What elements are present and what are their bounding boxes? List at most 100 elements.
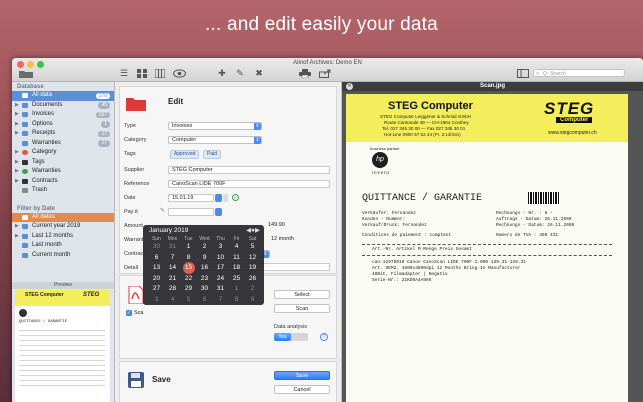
help-button[interactable]: ? xyxy=(320,333,328,341)
disclosure-icon[interactable]: ▶ xyxy=(15,110,19,120)
filter-item-last-month[interactable]: Last month xyxy=(12,241,114,251)
type-select[interactable]: Invoices ⇕ xyxy=(168,122,262,130)
calendar-day[interactable]: 6 xyxy=(197,296,212,303)
calendar-day[interactable]: 6 xyxy=(149,254,164,261)
disclosure-icon[interactable]: ▶ xyxy=(15,158,19,168)
calendar-day[interactable]: 13 xyxy=(149,264,164,271)
reference-field[interactable]: CanoScan LIDE 700F xyxy=(168,180,330,188)
save-button[interactable]: Save xyxy=(274,371,330,380)
sidebar-item-trash[interactable]: Trash xyxy=(12,186,114,196)
calendar-day[interactable]: 3 xyxy=(149,296,164,303)
calendar-day[interactable]: 30 xyxy=(197,285,212,292)
sidebar-item-all-data[interactable]: All data 278 xyxy=(12,91,114,101)
calendar-day[interactable]: 2 xyxy=(245,285,260,292)
filter-item-last-12-months[interactable]: ▶ Last 12 months xyxy=(12,232,114,242)
calendar-popup-button[interactable] xyxy=(215,194,222,202)
delete-icon[interactable]: ✖ xyxy=(253,69,265,78)
calendar-day[interactable]: 7 xyxy=(165,254,180,261)
calendar-popup-button[interactable] xyxy=(215,208,222,216)
pencil-icon[interactable]: ✎ xyxy=(160,207,165,214)
calendar-day[interactable]: 23 xyxy=(197,275,212,282)
tag-paid[interactable]: Paid xyxy=(203,150,222,159)
amount-field[interactable]: 149.90 xyxy=(265,222,297,230)
scan-checkbox[interactable]: ✓ xyxy=(126,310,132,316)
sidebar-item-tags[interactable]: ▶ Tags xyxy=(12,158,114,168)
calendar-day[interactable]: 9 xyxy=(197,254,212,261)
calendar-day[interactable]: 31 xyxy=(213,285,228,292)
calendar-day[interactable]: 5 xyxy=(245,243,260,250)
eye-icon[interactable] xyxy=(172,69,186,78)
tag-approved[interactable]: Approved xyxy=(170,150,200,159)
sidebar-item-documents[interactable]: ▶ Documents 45 xyxy=(12,101,114,111)
share-icon[interactable] xyxy=(318,69,332,78)
sidebar-toggle-icon[interactable] xyxy=(516,69,530,78)
sidebar-item-invoices[interactable]: ▶ Invoices 167 xyxy=(12,110,114,120)
calendar-day[interactable]: 7 xyxy=(213,296,228,303)
calendar-day[interactable]: 14 xyxy=(165,264,180,271)
disclosure-icon[interactable]: ▶ xyxy=(15,222,19,232)
category-select[interactable]: Computer ⇕ xyxy=(168,136,262,144)
close-viewer-icon[interactable]: ✕ xyxy=(346,83,353,90)
filter-item-current-month[interactable]: Current month xyxy=(12,251,114,261)
calendar-day[interactable]: 2 xyxy=(197,243,212,250)
folder-icon[interactable] xyxy=(18,69,34,78)
calendar-day[interactable]: 19 xyxy=(245,264,260,271)
warranty-field[interactable]: 12 month xyxy=(268,236,306,244)
calendar-day[interactable]: 1 xyxy=(229,285,244,292)
sidebar-item-warranties-folder[interactable]: Warranties 17 xyxy=(12,139,114,149)
pencil-icon[interactable]: ✎ xyxy=(234,69,246,78)
calendar-day[interactable]: 24 xyxy=(213,275,228,282)
payit-field[interactable] xyxy=(168,208,214,216)
calendar-day[interactable]: 4 xyxy=(165,296,180,303)
disclosure-icon[interactable]: ▶ xyxy=(15,101,19,111)
disclosure-icon[interactable]: ▶ xyxy=(15,129,19,139)
calendar-day[interactable]: 15 xyxy=(181,264,196,271)
calendar-day[interactable]: 29 xyxy=(181,285,196,292)
disclosure-icon[interactable]: ▶ xyxy=(15,148,19,158)
calendar-day[interactable]: 10 xyxy=(213,254,228,261)
sidebar-item-options[interactable]: ▶ Options 1 xyxy=(12,120,114,130)
filter-item-current-year[interactable]: ▶ Current year 2019 xyxy=(12,222,114,232)
calendar-day[interactable]: 16 xyxy=(197,264,212,271)
sidebar-item-contracts[interactable]: ▶ Contracts xyxy=(12,177,114,187)
calendar-day[interactable]: 5 xyxy=(181,296,196,303)
supplier-field[interactable]: STEG Computer xyxy=(168,166,330,174)
add-icon[interactable]: ✚ xyxy=(216,69,228,78)
data-analysis-toggle[interactable]: Yes xyxy=(274,333,308,341)
calendar-day[interactable]: 4 xyxy=(229,243,244,250)
filter-item-all-dates[interactable]: All dates xyxy=(12,212,114,222)
search-input[interactable]: ⌕ Q- Search xyxy=(533,69,625,77)
calendar-day[interactable]: 8 xyxy=(229,296,244,303)
calendar-day[interactable]: 1 xyxy=(181,243,196,250)
disclosure-icon[interactable]: ▶ xyxy=(15,120,19,130)
calendar-day[interactable]: 9 xyxy=(245,296,260,303)
sidebar-item-receipts[interactable]: ▶ Receipts 17 xyxy=(12,129,114,139)
sidebar-item-warranties[interactable]: ▶ Warranties xyxy=(12,167,114,177)
scan-button[interactable]: Scan xyxy=(274,304,330,313)
disclosure-icon[interactable]: ▶ xyxy=(15,167,19,177)
document-thumbnail[interactable]: STEG Computer STEG QUITTANCE / GARANTIE xyxy=(15,290,110,402)
grid-view-icon[interactable] xyxy=(136,69,148,78)
columns-view-icon[interactable] xyxy=(154,68,166,79)
calendar-day[interactable]: 26 xyxy=(245,275,260,282)
disclosure-icon[interactable]: ▶ xyxy=(15,232,19,242)
calendar-day[interactable]: 8 xyxy=(181,254,196,261)
calendar-day[interactable]: 30 xyxy=(149,243,164,250)
next-month-icon[interactable]: ▶ xyxy=(255,227,260,234)
calendar-day[interactable]: 18 xyxy=(229,264,244,271)
calendar-day[interactable]: 11 xyxy=(229,254,244,261)
calendar-day[interactable]: 20 xyxy=(149,275,164,282)
print-icon[interactable] xyxy=(298,69,312,79)
calendar-day[interactable]: 28 xyxy=(165,285,180,292)
sidebar-item-category[interactable]: ▶ Category xyxy=(12,148,114,158)
cancel-button[interactable]: Cancel xyxy=(274,385,330,394)
date-field[interactable]: 15.01.19 xyxy=(168,194,214,202)
disclosure-icon[interactable]: ▶ xyxy=(15,177,19,187)
calendar-day[interactable]: 31 xyxy=(165,243,180,250)
calendar-day[interactable]: 22 xyxy=(181,275,196,282)
calendar-day[interactable]: 17 xyxy=(213,264,228,271)
date-stepper[interactable] xyxy=(223,194,228,202)
calendar-day[interactable]: 27 xyxy=(149,285,164,292)
list-view-icon[interactable]: ☰ xyxy=(118,69,130,78)
calendar-day[interactable]: 3 xyxy=(213,243,228,250)
